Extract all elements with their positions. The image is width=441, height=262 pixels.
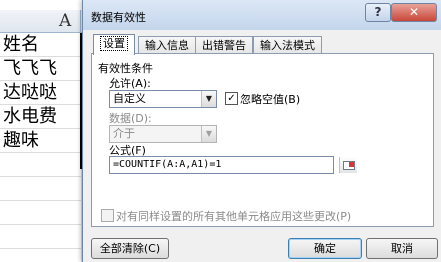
data-select: 介于 ▼ xyxy=(109,125,217,143)
data-validation-dialog: 数据有效性 ? ✕ 设置 输入信息 出错警告 输入法模式 有效性条件 允许(A)… xyxy=(82,0,441,262)
cell-a5[interactable]: 趣味 xyxy=(0,129,82,153)
column-header-a[interactable]: A xyxy=(0,10,82,33)
ignore-blank-label: 忽略空值(B) xyxy=(240,93,301,106)
column-divider xyxy=(80,10,81,32)
tab-settings[interactable]: 设置 xyxy=(93,34,135,55)
cell-a4[interactable]: 水电费 xyxy=(0,105,82,129)
cell-a7[interactable] xyxy=(0,177,82,201)
close-button[interactable]: ✕ xyxy=(391,3,437,22)
ok-button[interactable]: 确定 xyxy=(288,238,362,259)
cell-a3[interactable]: 达哒哒 xyxy=(0,81,82,105)
help-button[interactable]: ? xyxy=(365,3,391,22)
chevron-down-icon: ▼ xyxy=(201,126,216,142)
clear-all-button[interactable]: 全部清除(C) xyxy=(91,238,169,259)
column-header-label: A xyxy=(59,11,72,31)
data-label: 数据(D): xyxy=(109,112,152,125)
tab-input-message[interactable]: 输入信息 xyxy=(138,36,196,54)
cell-a2[interactable]: 飞飞飞 xyxy=(0,57,82,81)
cancel-button[interactable]: 取消 xyxy=(366,238,438,259)
apply-all-label: 对有同样设置的所有其他单元格应用这些更改(P) xyxy=(116,210,352,223)
cell-a1[interactable]: 姓名 xyxy=(0,33,82,57)
chevron-down-icon[interactable]: ▼ xyxy=(201,91,216,107)
range-select-icon[interactable] xyxy=(339,157,357,173)
tab-settings-label: 设置 xyxy=(100,36,128,51)
cell-a9[interactable] xyxy=(0,225,82,249)
ignore-blank-checkbox[interactable]: ✓ xyxy=(225,92,238,105)
data-select-value: 介于 xyxy=(113,127,135,140)
cell-a8[interactable] xyxy=(0,201,82,225)
tab-error-alert[interactable]: 出错警告 xyxy=(195,36,253,54)
apply-all-checkbox xyxy=(101,209,114,222)
formula-value: =COUNTIF(A:A,A1)=1 xyxy=(113,159,222,170)
dialog-titlebar[interactable]: 数据有效性 ? ✕ xyxy=(83,0,441,30)
settings-panel: 有效性条件 允许(A): 自定义 ▼ ✓ 忽略空值(B) 数据(D): 介于 ▼… xyxy=(91,53,434,227)
allow-select-value: 自定义 xyxy=(113,92,146,105)
allow-select[interactable]: 自定义 ▼ xyxy=(109,90,217,108)
formula-input[interactable]: =COUNTIF(A:A,A1)=1 xyxy=(109,156,357,174)
allow-label: 允许(A): xyxy=(109,77,151,90)
section-title: 有效性条件 xyxy=(98,62,153,75)
dialog-title: 数据有效性 xyxy=(91,11,146,24)
cell-list: 姓名 飞飞飞 达哒哒 水电费 趣味 xyxy=(0,33,82,249)
tab-ime-mode[interactable]: 输入法模式 xyxy=(253,36,322,54)
cell-a6[interactable] xyxy=(0,153,82,177)
